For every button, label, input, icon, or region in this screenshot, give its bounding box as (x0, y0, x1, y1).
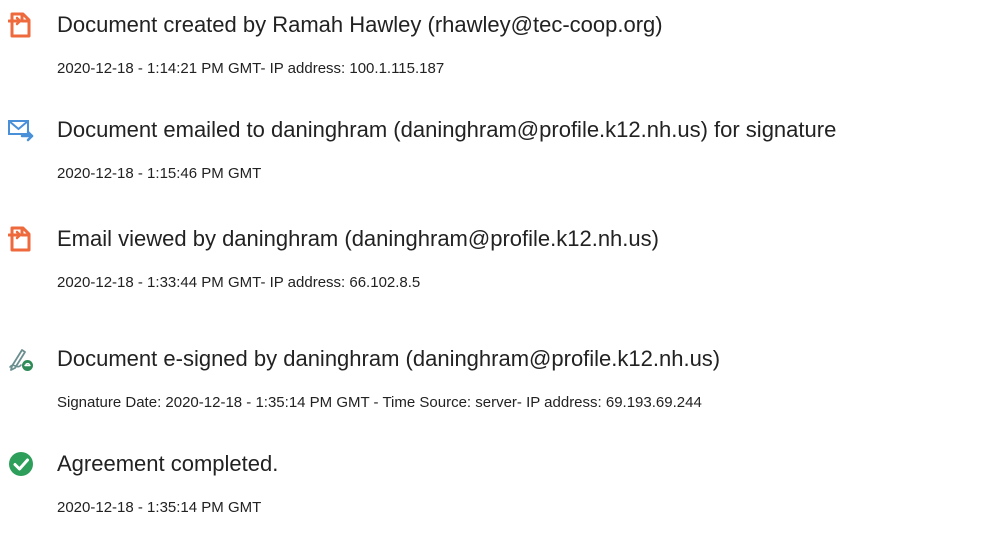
document-icon (8, 12, 34, 38)
email-forward-icon (8, 117, 34, 143)
check-circle-icon (8, 451, 34, 477)
document-icon (8, 226, 34, 252)
event-title: Document emailed to daninghram (daninghr… (57, 117, 837, 142)
event-detail: Signature Date: 2020-12-18 - 1:35:14 PM … (57, 394, 702, 411)
event-detail: 2020-12-18 - 1:33:44 PM GMT- IP address:… (57, 274, 421, 291)
event-detail: 2020-12-18 - 1:15:46 PM GMT (57, 165, 262, 182)
pen-signature-icon (8, 346, 34, 372)
event-title: Document created by Ramah Hawley (rhawle… (57, 12, 663, 37)
event-title: Email viewed by daninghram (daninghram@p… (57, 226, 659, 251)
event-title: Agreement completed. (57, 451, 279, 476)
event-detail: 2020-12-18 - 1:35:14 PM GMT (57, 499, 262, 516)
event-detail: 2020-12-18 - 1:14:21 PM GMT- IP address:… (57, 60, 445, 77)
event-title: Document e-signed by daninghram (daningh… (57, 346, 721, 371)
